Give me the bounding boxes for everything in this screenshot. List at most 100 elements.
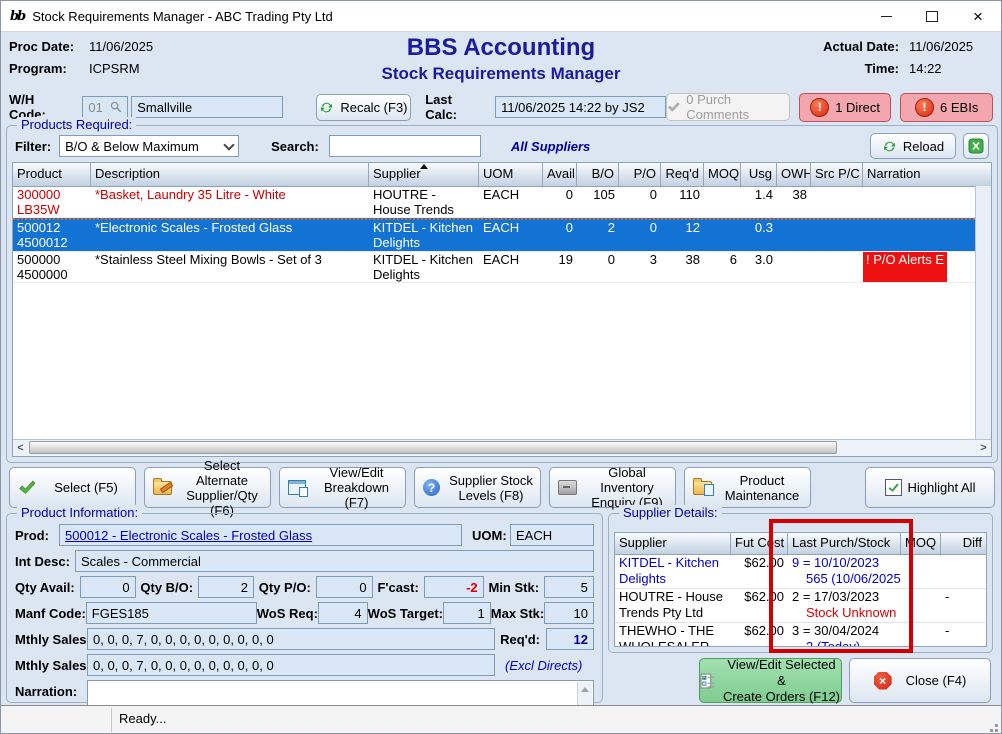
view-edit-create-orders-button[interactable]: View/Edit Selected &Create Orders (F12) [699, 658, 842, 703]
supplier-details-table: Supplier Fut Cost Last Purch/Stock MOQ D… [614, 532, 987, 647]
mthly-sales-field-2[interactable]: 0, 0, 0, 7, 0, 0, 0, 0, 0, 0, 0, 0, 0 [87, 654, 495, 676]
col-header-reqd[interactable]: Req'd [661, 163, 704, 186]
col-header-diff[interactable]: Diff [941, 533, 986, 554]
col-header-owh[interactable]: OWH [777, 163, 811, 186]
view-edit-create-orders-label: View/Edit Selected &Create Orders (F12) [722, 657, 841, 705]
mthly-sales-label: Mthly Sales: [15, 632, 87, 647]
product-maintenance-button[interactable]: Product Maintenance [684, 467, 811, 508]
minimize-button[interactable] [863, 1, 909, 31]
header-center: BBS Accounting Stock Requirements Manage… [381, 33, 620, 85]
mthly-sales-field-1[interactable]: 0, 0, 0, 7, 0, 0, 0, 0, 0, 0, 0, 0, 0 [87, 628, 495, 650]
cell-reqd: 38 [661, 252, 704, 282]
prod-link[interactable]: 500012 - Electronic Scales - Frosted Gla… [65, 528, 312, 543]
export-excel-button[interactable] [963, 133, 989, 159]
last-calc-field[interactable]: 11/06/2025 14:22 by JS2 [495, 96, 666, 118]
qty-po-field[interactable]: 0 [316, 576, 373, 598]
scroll-left-arrow-icon[interactable]: < [13, 440, 28, 455]
cell-avail: 0 [543, 220, 577, 251]
direct-alert-button[interactable]: ! 1 Direct [799, 93, 892, 122]
cell-moq: 6 [704, 252, 741, 282]
vertical-scrollbar[interactable] [975, 186, 991, 440]
col-header-po[interactable]: P/O [619, 163, 661, 186]
product-row[interactable]: 5000004500000 *Stainless Steel Mixing Bo… [13, 252, 991, 283]
global-inventory-enquiry-button[interactable]: Global Inventory Enquiry (F9) [549, 467, 676, 508]
mthly-sales-value-2: 0, 0, 0, 7, 0, 0, 0, 0, 0, 0, 0, 0, 0 [93, 658, 274, 673]
close-f4-button[interactable]: × Close (F4) [849, 658, 991, 703]
wos-req-field[interactable]: 4 [318, 602, 368, 624]
col-header-narration[interactable]: Narration [863, 163, 991, 186]
horizontal-scrollbar[interactable]: < > [13, 439, 991, 456]
qty-avail-label: Qty Avail: [15, 580, 75, 595]
select-button[interactable]: Select (F5) [9, 467, 136, 508]
supplier-row[interactable]: HOUTRE - House Trends Pty Ltd $62.00 2 =… [615, 589, 986, 623]
col-header-usg[interactable]: Usg [741, 163, 777, 186]
col-header-supplier[interactable]: Supplier [615, 533, 731, 554]
max-stk-field[interactable]: 10 [544, 602, 594, 624]
cell-description: *Basket, Laundry 35 Litre - White [91, 187, 369, 217]
supplier-stock-levels-button[interactable]: ? Supplier Stock Levels (F8) [414, 467, 541, 508]
cell-diff: - [941, 623, 953, 647]
resize-grip[interactable] [995, 729, 998, 732]
scroll-up-icon[interactable] [581, 687, 589, 692]
product-row[interactable]: 300000LB35W *Basket, Laundry 35 Litre - … [13, 187, 991, 218]
supplier-row[interactable]: THEWHO - THE WHOLESALER $62.00 3 = 30/04… [615, 623, 986, 647]
cell-last-purch: 9 = 10/10/2023 565 (10/06/2025) [788, 555, 901, 588]
uom-label: UOM: [472, 528, 510, 543]
col-header-last-purch[interactable]: Last Purch/Stock [788, 533, 901, 554]
cell-avail: 0 [543, 187, 577, 217]
wh-code-input[interactable]: 01 [82, 96, 128, 118]
reqd-field[interactable]: 12 [546, 628, 594, 650]
col-header-description[interactable]: Description [91, 163, 369, 186]
reload-button[interactable]: Reload [870, 133, 956, 159]
col-header-fut-cost[interactable]: Fut Cost [731, 533, 788, 554]
cell-product: 5000004500000 [13, 252, 91, 282]
checklist-icon [700, 673, 716, 689]
col-header-uom[interactable]: UOM [479, 163, 543, 186]
cell-moq [901, 589, 941, 622]
recalc-button[interactable]: Recalc (F3) [316, 94, 412, 121]
question-icon: ? [423, 479, 440, 496]
uom-field[interactable]: EACH [510, 524, 594, 546]
col-header-moq[interactable]: MOQ [704, 163, 741, 186]
highlight-all-button[interactable]: Highlight All [865, 467, 995, 508]
min-stk-field[interactable]: 5 [544, 576, 594, 598]
checkbox-checked-icon[interactable] [885, 479, 902, 496]
qty-bo-field[interactable]: 2 [198, 576, 254, 598]
view-edit-breakdown-label: View/Edit Breakdown (F7) [312, 465, 401, 510]
supplier-row[interactable]: KITDEL - Kitchen Delights $62.00 9 = 10/… [615, 555, 986, 589]
purch-comments-button[interactable]: 0 Purch Comments [666, 93, 789, 121]
cell-supplier: HOUTRE - House Trends Pty Ltd [369, 187, 479, 217]
col-header-supplier[interactable]: Supplier [369, 163, 479, 186]
max-stk-value: 10 [574, 606, 588, 621]
scroll-right-arrow-icon[interactable]: > [976, 440, 991, 455]
search-input[interactable] [329, 135, 481, 157]
cell-src [811, 220, 863, 251]
view-edit-breakdown-button[interactable]: View/Edit Breakdown (F7) [279, 467, 406, 508]
horizontal-scroll-thumb[interactable] [29, 441, 837, 454]
ebis-alert-button[interactable]: ! 6 EBIs [900, 93, 993, 122]
fcast-field[interactable]: -2 [424, 576, 484, 598]
col-header-bo[interactable]: B/O [577, 163, 619, 186]
select-alternate-supplier-button[interactable]: Select Alternate Supplier/Qty (F6) [144, 467, 271, 508]
qty-avail-field[interactable]: 0 [80, 576, 136, 598]
wh-name-input[interactable]: Smallville [131, 96, 282, 118]
col-header-supplier-label: Supplier [373, 166, 421, 181]
int-desc-field[interactable]: Scales - Commercial [75, 550, 594, 572]
maximize-button[interactable] [909, 1, 955, 31]
direct-label: 1 Direct [835, 100, 880, 115]
minimize-icon [881, 16, 892, 17]
filter-row: Filter: B/O & Below Maximum Search: All … [15, 133, 989, 159]
cell-supplier: KITDEL - Kitchen Delights [369, 252, 479, 282]
close-button[interactable]: × [955, 1, 1001, 31]
manf-code-field[interactable]: FGES185 [86, 602, 257, 624]
col-header-avail[interactable]: Avail [543, 163, 577, 186]
products-table-header: Product Description Supplier UOM Avail B… [13, 163, 991, 187]
col-header-product[interactable]: Product [13, 163, 91, 186]
filter-select[interactable]: B/O & Below Maximum [59, 135, 239, 157]
col-header-src[interactable]: Src P/C [811, 163, 863, 186]
program-value: ICPSRM [89, 61, 140, 76]
col-header-moq[interactable]: MOQ [901, 533, 941, 554]
int-desc-value: Scales - Commercial [81, 554, 201, 569]
wos-target-field[interactable]: 1 [443, 602, 491, 624]
product-row-selected[interactable]: 5000124500012 *Electronic Scales - Frost… [13, 218, 991, 252]
